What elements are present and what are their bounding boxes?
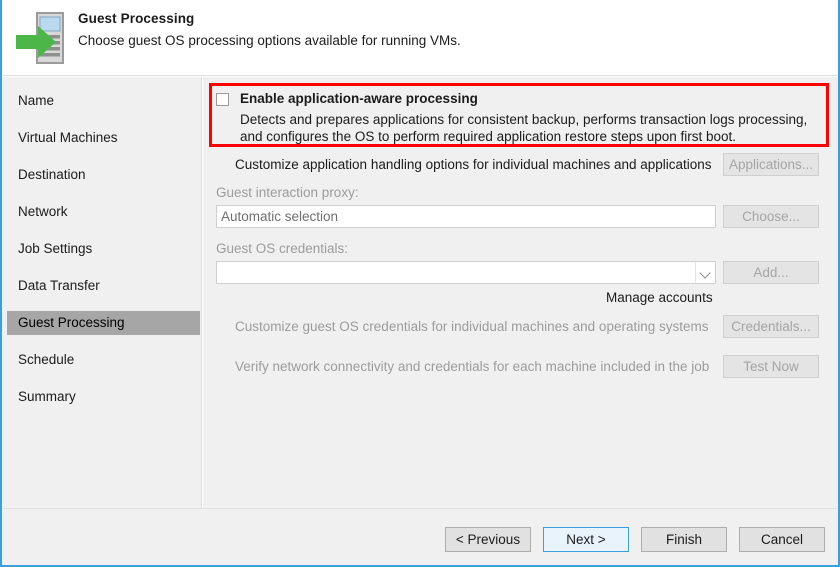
sidebar-item-destination[interactable]: Destination bbox=[7, 163, 200, 187]
enable-application-aware-processing-label[interactable]: Enable application-aware processing bbox=[240, 91, 478, 106]
sidebar-item-data-transfer[interactable]: Data Transfer bbox=[7, 274, 200, 298]
guest-os-credentials-combobox[interactable] bbox=[216, 261, 716, 284]
sidebar-item-name[interactable]: Name bbox=[7, 89, 200, 113]
add-credentials-button[interactable]: Add... bbox=[723, 261, 819, 284]
sidebar-spacer bbox=[2, 372, 201, 385]
applications-row: Customize application handling options f… bbox=[203, 153, 838, 176]
sidebar-item-guest-processing[interactable]: Guest Processing bbox=[7, 311, 200, 335]
wizard-footer: < Previous Next > Finish Cancel bbox=[2, 508, 838, 565]
guest-os-credentials-label: Guest OS credentials: bbox=[216, 241, 348, 256]
guest-processing-server-arrow-icon bbox=[14, 8, 72, 70]
verify-connectivity-row-text: Verify network connectivity and credenti… bbox=[235, 355, 709, 378]
sidebar-item-network[interactable]: Network bbox=[7, 200, 200, 224]
sidebar-spacer bbox=[2, 261, 201, 274]
customize-credentials-row: Customize guest OS credentials for indiv… bbox=[203, 315, 838, 338]
enable-application-aware-processing-checkbox[interactable] bbox=[216, 93, 229, 106]
sidebar-item-schedule[interactable]: Schedule bbox=[7, 348, 200, 372]
applications-row-text: Customize application handling options f… bbox=[235, 153, 712, 176]
wizard-window: Guest Processing Choose guest OS process… bbox=[0, 0, 840, 567]
wizard-main-panel: Enable application-aware processing Dete… bbox=[203, 77, 838, 508]
sidebar-spacer bbox=[2, 150, 201, 163]
finish-button[interactable]: Finish bbox=[641, 527, 727, 552]
wizard-header: Guest Processing Choose guest OS process… bbox=[2, 0, 838, 76]
choose-proxy-button[interactable]: Choose... bbox=[723, 205, 819, 228]
guest-interaction-proxy-input[interactable]: Automatic selection bbox=[216, 205, 716, 228]
guest-interaction-proxy-label: Guest interaction proxy: bbox=[216, 185, 359, 200]
previous-button[interactable]: < Previous bbox=[445, 527, 531, 552]
sidebar-spacer bbox=[2, 298, 201, 311]
chevron-down-icon[interactable] bbox=[695, 262, 715, 283]
credentials-button[interactable]: Credentials... bbox=[723, 315, 819, 338]
sidebar-spacer bbox=[2, 224, 201, 237]
applications-button[interactable]: Applications... bbox=[723, 153, 819, 176]
application-aware-description: Detects and prepares applications for co… bbox=[240, 111, 825, 145]
sidebar-spacer bbox=[2, 187, 201, 200]
manage-accounts-link[interactable]: Manage accounts bbox=[606, 290, 713, 305]
cancel-button[interactable]: Cancel bbox=[739, 527, 825, 552]
page-subtitle: Choose guest OS processing options avail… bbox=[78, 31, 461, 50]
page-title: Guest Processing bbox=[78, 9, 461, 28]
sidebar-item-summary[interactable]: Summary bbox=[7, 385, 200, 409]
sidebar-item-job-settings[interactable]: Job Settings bbox=[7, 237, 200, 261]
sidebar-item-virtual-machines[interactable]: Virtual Machines bbox=[7, 126, 200, 150]
verify-connectivity-row: Verify network connectivity and credenti… bbox=[203, 355, 838, 378]
sidebar-spacer bbox=[2, 335, 201, 348]
customize-credentials-row-text: Customize guest OS credentials for indiv… bbox=[235, 315, 708, 338]
next-button[interactable]: Next > bbox=[543, 527, 629, 552]
sidebar-spacer bbox=[2, 113, 201, 126]
wizard-sidebar: Name Virtual Machines Destination Networ… bbox=[2, 77, 202, 508]
test-now-button[interactable]: Test Now bbox=[723, 355, 819, 378]
header-text-block: Guest Processing Choose guest OS process… bbox=[78, 9, 461, 50]
